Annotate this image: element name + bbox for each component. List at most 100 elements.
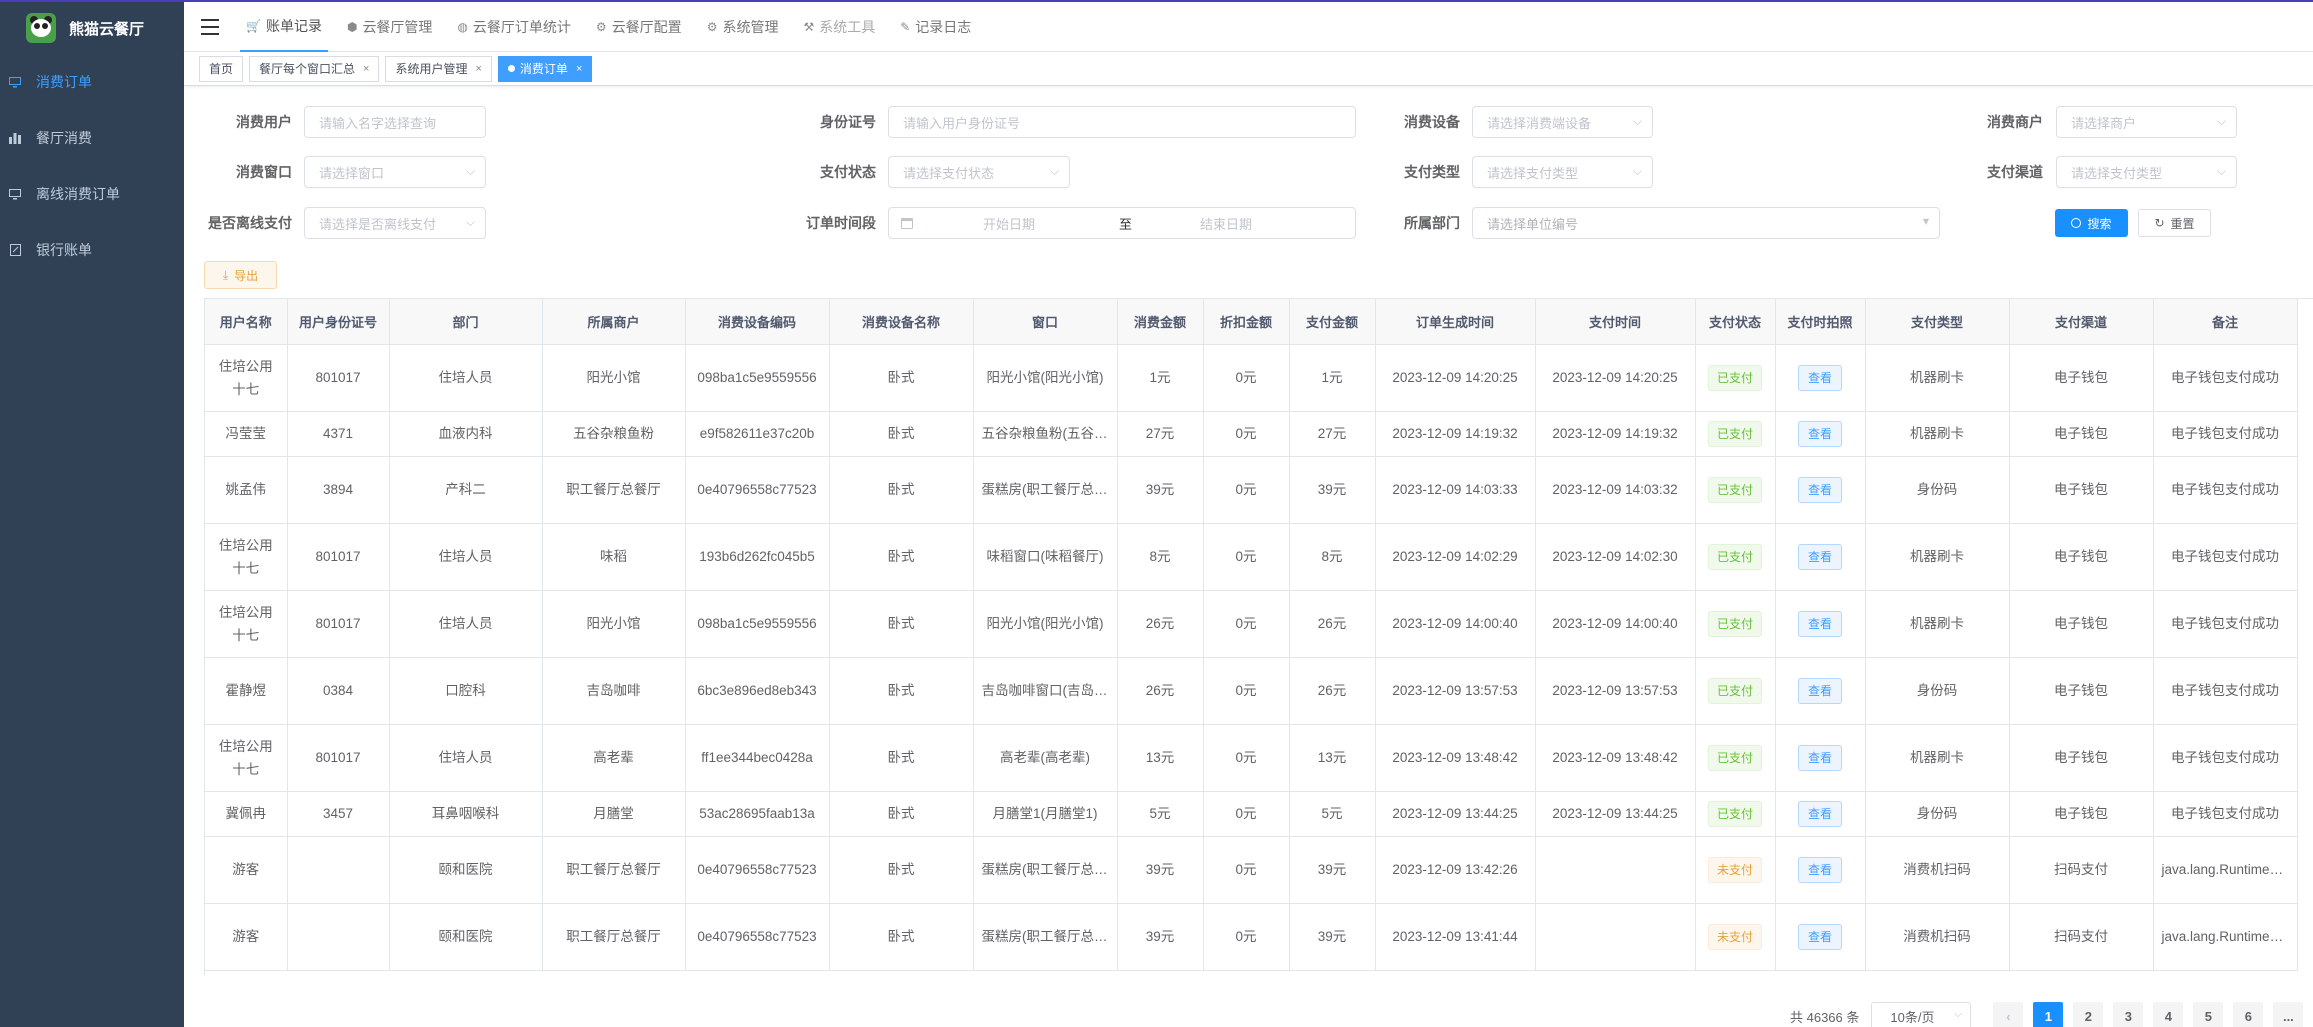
cell-merchant: 五谷杂粮鱼粉 bbox=[542, 411, 686, 457]
tag-3[interactable]: 消费订单 × bbox=[497, 55, 593, 82]
view-photo-button[interactable]: 查看 bbox=[1797, 543, 1842, 570]
cell-type: 机器刷卡 bbox=[1865, 523, 2010, 591]
app-root: 熊猫云餐厅 消费订单 餐厅消费 离线消费订单 银行账单 🛒 账单记录 ⬢ 云餐厅管理 ◍ 云餐厅… bbox=[0, 0, 2313, 1027]
window-select[interactable]: 请选择窗口 ⌵ bbox=[304, 156, 486, 188]
tag-0[interactable]: 首页 bbox=[199, 55, 244, 82]
close-icon[interactable]: × bbox=[475, 63, 481, 75]
cell-text: 阳光小馆(阳光小馆) bbox=[986, 370, 1104, 385]
view-photo-button[interactable]: 查看 bbox=[1797, 800, 1842, 827]
sidebar-item-label: 消费订单 bbox=[36, 74, 92, 90]
cell-text: 2023-12-09 14:00:40 bbox=[1552, 616, 1678, 631]
paystatus-select[interactable]: 请选择支付状态 ⌵ bbox=[888, 156, 1070, 188]
cell-text: 39元 bbox=[1145, 862, 1175, 877]
cell-text: 1元 bbox=[1321, 370, 1343, 385]
merchant-select[interactable]: 请选择商户 ⌵ bbox=[2056, 106, 2237, 138]
cell-channel: 电子钱包 bbox=[2009, 523, 2154, 591]
sidebar-item-1[interactable]: 餐厅消费 bbox=[0, 110, 184, 166]
active-dot-icon bbox=[507, 65, 515, 72]
topnav-item-4[interactable]: ⚙ 系统管理 bbox=[701, 2, 785, 52]
cell-status: 未支付 bbox=[1695, 836, 1776, 904]
cell-dept: 口腔科 bbox=[389, 657, 543, 725]
cell-text: 电子钱包 bbox=[2054, 426, 2108, 441]
cell-discount: 0元 bbox=[1203, 791, 1290, 837]
idcard-input[interactable]: 请输入用户身份证号 bbox=[888, 106, 1356, 138]
page-button[interactable]: ... bbox=[2273, 1002, 2304, 1027]
dept-select[interactable]: 请选择单位编号 ▾ bbox=[1472, 207, 1940, 239]
orders-table: 用户名称 用户身份证号 部门 所属商户 消费设备编码 消费设备名称 窗口 消费金额 折扣金额 支付… bbox=[204, 298, 2313, 975]
start-date-input[interactable]: 开始日期 bbox=[983, 214, 1063, 233]
view-photo-button[interactable]: 查看 bbox=[1797, 610, 1842, 637]
page-button[interactable]: 4 bbox=[2153, 1002, 2184, 1027]
paytype-select[interactable]: 请选择支付类型 ⌵ bbox=[1472, 156, 1653, 188]
sidebar-item-label: 餐厅消费 bbox=[36, 130, 92, 146]
cell-code: 098ba1c5e9559556 bbox=[685, 590, 830, 658]
topnav-item-label: 云餐厅配置 bbox=[611, 18, 682, 35]
device-select[interactable]: 请选择消费端设备 ⌵ bbox=[1472, 106, 1653, 138]
sidebar-item-3[interactable]: 银行账单 bbox=[0, 222, 184, 278]
cell-text: 职工餐厅总餐厅 bbox=[566, 862, 661, 877]
topnav-item-1[interactable]: ⬢ 云餐厅管理 bbox=[341, 2, 438, 52]
view-photo-button[interactable]: 查看 bbox=[1797, 476, 1842, 503]
export-button[interactable]: ⤓ 导出 bbox=[204, 261, 277, 289]
page-size-select[interactable]: 10条/页 ⌵ bbox=[1871, 1002, 1972, 1027]
view-photo-button[interactable]: 查看 bbox=[1797, 420, 1842, 447]
page-button[interactable]: 1 bbox=[2033, 1002, 2064, 1027]
page-button[interactable]: 3 bbox=[2113, 1002, 2144, 1027]
cell-code: 0e40796558c77523 bbox=[685, 903, 830, 971]
sidebar-item-2[interactable]: 离线消费订单 bbox=[0, 166, 184, 222]
cell-text: 颐和医院 bbox=[438, 929, 493, 944]
cell-text: 2023-12-09 14:02:29 bbox=[1392, 549, 1518, 564]
channel-select[interactable]: 请选择支付类型 ⌵ bbox=[2056, 156, 2237, 188]
cell-text: 0384 bbox=[322, 683, 354, 698]
page-button[interactable]: 6 bbox=[2233, 1002, 2264, 1027]
view-photo-button[interactable]: 查看 bbox=[1797, 856, 1842, 883]
cell-photo: 查看 bbox=[1775, 724, 1866, 792]
cell-status: 已支付 bbox=[1695, 344, 1776, 412]
close-icon[interactable]: × bbox=[363, 63, 369, 75]
cell-text: 8元 bbox=[1149, 549, 1171, 564]
tag-1[interactable]: 餐厅每个窗口汇总 × bbox=[249, 55, 380, 82]
cell-text: 26元 bbox=[1145, 616, 1175, 631]
close-icon[interactable]: × bbox=[576, 63, 582, 75]
cell-text: 电子钱包 bbox=[2054, 482, 2108, 497]
cell-text: 801017 bbox=[315, 616, 361, 631]
view-photo-button[interactable]: 查看 bbox=[1797, 923, 1842, 950]
end-date-input[interactable]: 结束日期 bbox=[1200, 214, 1280, 233]
date-range-picker[interactable]: 开始日期 至 结束日期 bbox=[888, 207, 1356, 239]
cell-created: 2023-12-09 14:20:25 bbox=[1375, 344, 1536, 412]
offline-select[interactable]: 请选择是否离线支付 ⌵ bbox=[304, 207, 486, 239]
cell-status: 已支付 bbox=[1695, 791, 1776, 837]
view-photo-button[interactable]: 查看 bbox=[1797, 364, 1842, 391]
reset-button[interactable]: ↻ 重置 bbox=[2138, 209, 2211, 237]
tag-2[interactable]: 系统用户管理 × bbox=[385, 55, 492, 82]
topnav-item-6[interactable]: ✎ 记录日志 bbox=[894, 2, 977, 52]
cell-status: 已支付 bbox=[1695, 411, 1776, 457]
cell-text: 产科二 bbox=[445, 482, 486, 497]
cell-window: 高老辈(高老辈) bbox=[973, 724, 1118, 792]
sidebar-item-0[interactable]: 消费订单 bbox=[0, 54, 184, 110]
cell-text: 27元 bbox=[1145, 426, 1175, 441]
topnav-item-3[interactable]: ⚙ 云餐厅配置 bbox=[590, 2, 688, 52]
cell-dev: 卧式 bbox=[829, 903, 974, 971]
cell-text: 2023-12-09 14:03:32 bbox=[1552, 482, 1678, 497]
cell-text: 098ba1c5e9559556 bbox=[697, 370, 817, 385]
hamburger-icon[interactable] bbox=[201, 18, 219, 35]
status-badge: 未支付 bbox=[1707, 856, 1762, 883]
search-button[interactable]: 搜索 bbox=[2055, 209, 2128, 237]
cell-text: 游客 bbox=[232, 862, 260, 877]
chevron-down-icon: ⌵ bbox=[465, 215, 475, 229]
cell-remark: 电子钱包支付成功 bbox=[2153, 456, 2298, 524]
view-photo-button[interactable]: 查看 bbox=[1797, 677, 1842, 704]
topnav-item-0[interactable]: 🛒 账单记录 bbox=[240, 2, 328, 52]
user-input[interactable]: 请输入名字选择查询 bbox=[304, 106, 486, 138]
cell-id: 801017 bbox=[287, 724, 390, 792]
cell-remark: java.lang.RuntimeException bbox=[2153, 903, 2298, 971]
table-row: 住培公用十七 801017 住培人员 阳光小馆 098ba1c5e9559556 卧式 阳光… bbox=[205, 344, 2298, 412]
bar-chart-icon bbox=[8, 131, 22, 145]
topnav-item-2[interactable]: ◍ 云餐厅订单统计 bbox=[451, 2, 576, 52]
page-button[interactable]: 2 bbox=[2073, 1002, 2104, 1027]
page-button[interactable]: 5 bbox=[2193, 1002, 2224, 1027]
view-photo-button[interactable]: 查看 bbox=[1797, 744, 1842, 771]
prev-page-button[interactable]: ‹ bbox=[1993, 1002, 2024, 1027]
topnav-item-5[interactable]: ⚒ 系统工具 bbox=[797, 2, 881, 52]
